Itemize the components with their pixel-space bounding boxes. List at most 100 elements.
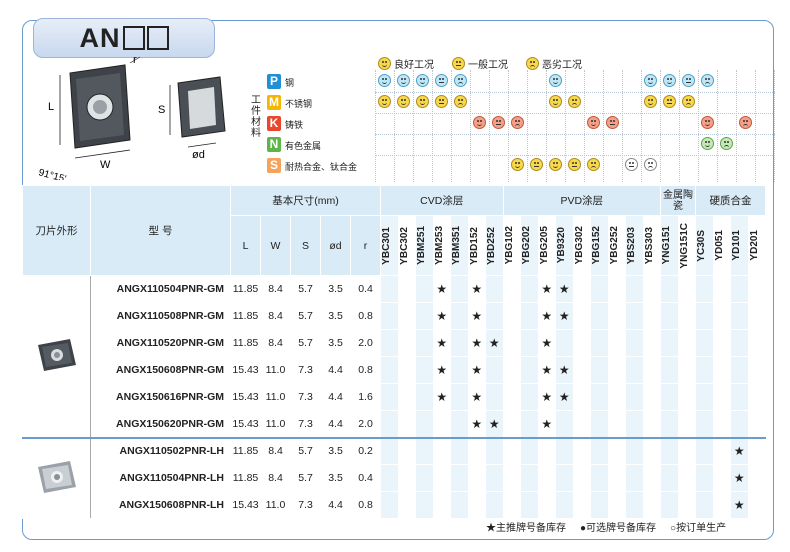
grade-cell <box>730 329 749 357</box>
grade-cell <box>695 491 714 519</box>
insert-drawing: L W r 91°15' S ød <box>37 55 226 180</box>
grade-cell <box>555 410 574 438</box>
smile-face-icon <box>644 74 657 87</box>
neutral-face-icon <box>452 57 465 70</box>
grade-cell <box>572 275 591 303</box>
grade-cell <box>660 302 679 330</box>
grade-label: YNG151 <box>661 226 672 265</box>
grade-cell <box>572 491 591 519</box>
grade-cell <box>397 302 416 330</box>
material-name: 钢 <box>285 78 295 88</box>
dim-cell: 7.3 <box>290 356 321 384</box>
star-icon: ★ <box>436 336 448 350</box>
grade-cell <box>677 356 696 384</box>
model-cell: ANGX150608PNR-GM <box>90 356 231 384</box>
grade-label: YBM351 <box>451 226 462 265</box>
grade-label: YBM253 <box>433 226 445 265</box>
dim-cell: 3.5 <box>320 302 351 330</box>
star-icon: ★ <box>488 416 500 431</box>
neutral-face-icon <box>530 158 543 171</box>
neutral-face-icon <box>492 116 505 129</box>
grade-label: YBS303 <box>643 226 655 265</box>
model-cell: ANGX110502PNR-LH <box>90 437 231 465</box>
grade-col-header: YBS303 <box>642 215 661 276</box>
grade-cell <box>450 410 469 438</box>
grade-cell <box>432 464 451 492</box>
grade-cell <box>590 491 609 519</box>
smile-face-icon <box>701 116 714 129</box>
grade-cell <box>607 356 626 384</box>
grade-cell: ★ <box>432 383 451 411</box>
grade-cell <box>432 491 451 519</box>
table-row: ANGX110502PNR-LH 11.85 8.4 5.7 3.5 0.2 ★ <box>22 437 766 519</box>
material-tag: M <box>267 95 281 110</box>
grade-cell <box>485 383 504 411</box>
dim-cell: 3.5 <box>320 329 351 357</box>
grade-col-header: YBS203 <box>625 215 644 276</box>
grade-cell <box>485 491 504 519</box>
grade-cell <box>712 356 731 384</box>
grade-cell <box>520 275 539 303</box>
material-face-cells <box>375 155 775 176</box>
material-tag: K <box>267 116 281 131</box>
grade-cell <box>660 383 679 411</box>
dim-col-header: S <box>290 215 321 276</box>
star-icon: ★ <box>471 309 483 323</box>
grade-cell <box>747 329 766 357</box>
grid-line <box>489 70 490 182</box>
star-icon: ★ <box>541 416 553 431</box>
model-cell: ANGX110504PNR-LH <box>90 464 231 492</box>
grade-cell <box>520 383 539 411</box>
col-carbide: 硬质合金 <box>695 185 766 216</box>
workpiece-material-grid: 工件材料 P 钢 M 不锈钢 K 铸铁 N 有色金属 S 耐热合金、钛合金 <box>245 70 775 182</box>
dim-col-header: W <box>260 215 291 276</box>
smile-face-icon <box>378 74 391 87</box>
grid-line <box>413 70 414 182</box>
smile-face-icon <box>701 137 714 150</box>
dim-label-s: S <box>158 104 165 116</box>
grade-cell: ★ <box>485 410 504 438</box>
grade-label: YBG152 <box>591 226 602 265</box>
insert-shape-image <box>22 275 91 438</box>
grade-cell <box>380 437 399 465</box>
grade-cell <box>485 464 504 492</box>
grid-line <box>546 70 547 182</box>
table-row: ANGX110520PNR-GM 11.85 8.4 5.7 3.5 2.0 ★ ★ ★ ★ <box>23 329 766 357</box>
material-name: 耐热合金、钛合金 <box>285 162 358 172</box>
grade-cell <box>502 275 521 303</box>
grade-col-header: YBM351 <box>450 215 469 276</box>
grade-cell <box>642 329 661 357</box>
grade-col-header: YBG152 <box>590 215 609 276</box>
dim-label-w: W <box>100 159 111 171</box>
grade-label: YB9320 <box>556 227 567 264</box>
dim-col-header: L <box>230 215 261 276</box>
sad-face-icon <box>568 95 581 108</box>
grade-cell <box>415 329 434 357</box>
grade-cell: ★ <box>537 275 556 303</box>
grade-cell: ★ <box>537 302 556 330</box>
grid-line <box>394 70 395 182</box>
grade-cell: ★ <box>432 275 451 303</box>
grade-cell <box>415 302 434 330</box>
grade-cell <box>607 491 626 519</box>
dim-cell: 8.4 <box>260 437 291 465</box>
model-cell: ANGX110508PNR-GM <box>90 302 231 330</box>
grade-label: YBG252 <box>608 226 620 265</box>
grade-cell <box>485 437 504 465</box>
dim-cell: 8.4 <box>260 275 291 303</box>
grade-cell: ★ <box>432 329 451 357</box>
grade-col-header: YBG102 <box>502 215 521 276</box>
grade-cell <box>450 302 469 330</box>
grade-cell <box>642 275 661 303</box>
grade-cell <box>415 491 434 519</box>
dim-cell: 5.7 <box>290 329 321 357</box>
material-name: 不锈钢 <box>285 99 313 109</box>
grade-cell <box>450 356 469 384</box>
grade-cell: ★ <box>555 302 574 330</box>
smile-face-icon <box>378 57 391 70</box>
grid-line <box>375 92 775 93</box>
grade-cell <box>642 410 661 438</box>
grade-cell: ★ <box>730 464 749 492</box>
grade-cell <box>397 275 416 303</box>
col-shape: 刀片外形 <box>22 185 91 276</box>
